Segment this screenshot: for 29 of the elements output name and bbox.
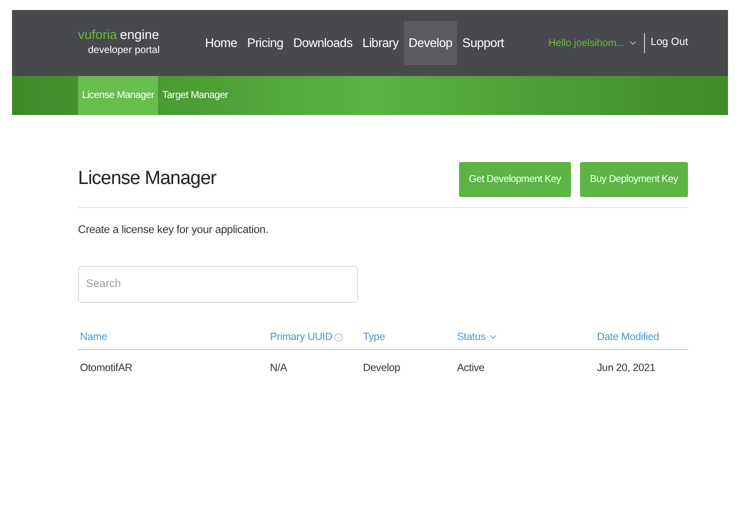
nav-link[interactable]: Support [457,21,509,65]
nav-link[interactable]: Pricing [242,21,288,65]
nav-link[interactable]: Home [200,21,242,65]
page-title: License Manager [78,167,216,192]
nav-link[interactable]: Library [357,21,404,65]
table-cell: Active [457,362,484,374]
info-icon [334,332,344,342]
subnav-tab[interactable]: License Manager [78,76,158,115]
table-cell: Develop [363,362,400,374]
search-field[interactable]: Search [78,266,358,302]
column-header[interactable]: Type [363,330,385,346]
subnav-tab[interactable]: Target Manager [158,76,232,115]
logout-link[interactable]: Log Out [650,35,688,51]
nav-link[interactable]: Downloads [288,21,358,65]
column-header[interactable]: Date Modified [597,330,660,346]
column-header[interactable]: Name [80,330,108,346]
logo-tagline: developer portal [88,44,161,58]
action-button[interactable]: Buy Deployment Key [580,162,688,197]
action-button[interactable]: Get Development Key [458,162,572,197]
logo-product: engine [120,28,160,41]
table-cell: N/A [270,362,287,374]
logo-brand: vuforia [78,28,118,41]
user-menu[interactable]: Hello joelsihom... [548,36,638,50]
column-header[interactable]: Primary UUID [270,330,332,346]
table-cell: OtomotifAR [80,362,132,374]
page-description: Create a license key for your application. [78,223,270,238]
column-header[interactable]: Status [457,330,486,346]
nav-link[interactable]: Develop [404,21,458,65]
table-cell: Jun 20, 2021 [597,362,656,374]
